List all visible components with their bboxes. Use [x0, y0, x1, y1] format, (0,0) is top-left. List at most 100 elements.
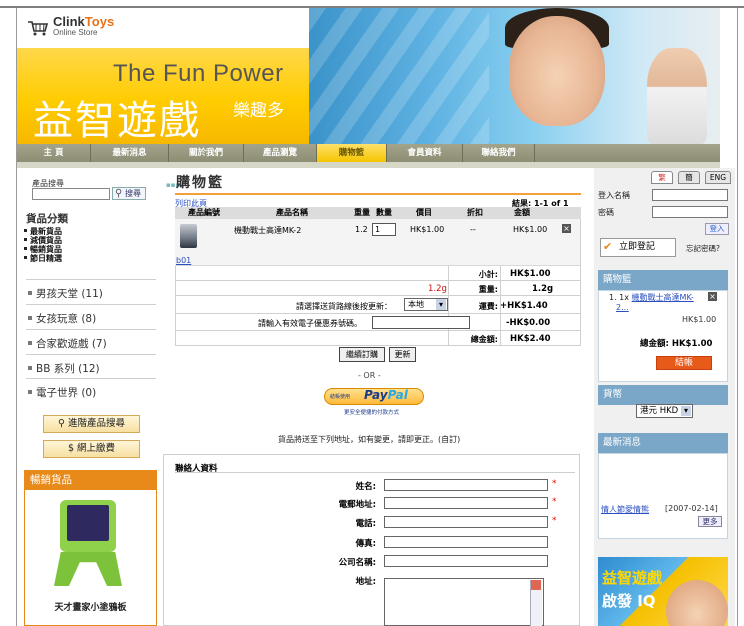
login-name-label: 登入名稱: [598, 191, 630, 200]
category-link[interactable]: 節日精選: [24, 253, 62, 264]
weight-label: 重量:: [478, 285, 498, 294]
product-code-link[interactable]: b01: [176, 256, 191, 265]
second-child: [647, 48, 707, 144]
form-field-input[interactable]: [384, 497, 548, 509]
child-face: [509, 16, 605, 126]
continue-shopping-button[interactable]: 繼續訂購: [339, 347, 385, 362]
banner-rays: [309, 8, 489, 144]
address-textarea[interactable]: [384, 578, 544, 626]
advanced-search-button[interactable]: ⚲ 進階產品搜尋: [43, 415, 140, 433]
grid-line: [580, 219, 581, 346]
category-link[interactable]: 電子世界 (0): [27, 385, 96, 400]
search-icon: ⚲: [58, 418, 68, 429]
required-marker: *: [552, 497, 557, 507]
total-label: 總金額:: [470, 335, 498, 344]
lang-tab-traditional[interactable]: 繁: [651, 171, 673, 184]
title-rule: [175, 193, 581, 195]
form-field-label: 地址:: [355, 577, 376, 587]
or-divider: - OR -: [358, 371, 381, 380]
checkout-button[interactable]: 結帳: [656, 356, 712, 370]
col-qty: 數量: [376, 208, 392, 217]
remove-item-icon[interactable]: ×: [562, 224, 571, 233]
logo-text[interactable]: ClinkToys: [53, 14, 114, 29]
password-input[interactable]: [652, 206, 728, 218]
col-discount: 折扣: [467, 208, 483, 217]
subtotal-value: HK$1.00: [510, 269, 551, 279]
weight-row: [175, 281, 581, 296]
product-name: 機動戰士高達MK-2: [234, 226, 302, 235]
paypal-subtext: 更安全便捷的付款方式: [344, 410, 400, 416]
coupon-prompt: 請輸入有效電子優惠券號碼。: [258, 319, 362, 328]
mini-cart-item-link[interactable]: 機動戰士高達MK-: [632, 293, 694, 302]
product-thumbnail[interactable]: [180, 224, 197, 248]
lang-tab-english[interactable]: ENG: [705, 171, 731, 184]
forgot-password-link[interactable]: 忘記密碼?: [686, 243, 720, 254]
bestseller-caption[interactable]: 天才畫家小塗鴉板: [24, 600, 157, 613]
category-separator: [26, 354, 156, 355]
search-input[interactable]: [32, 188, 110, 200]
grid-line: [175, 266, 176, 346]
toy-screen: [67, 505, 109, 541]
banner-title: 益智遊戲: [33, 98, 201, 144]
col-amount: 金額: [514, 208, 530, 217]
nav-item-1[interactable]: 主 頁: [17, 144, 91, 162]
quantity-input[interactable]: 1: [372, 223, 396, 236]
scroll-up-icon[interactable]: [531, 580, 541, 590]
shipping-select[interactable]: 本地: [404, 298, 448, 311]
form-divider: [175, 472, 575, 473]
page-title: 購物籃: [176, 175, 224, 191]
news-more-button[interactable]: 更多: [698, 516, 722, 527]
product-weight: 1.2: [355, 225, 368, 234]
categories-title: 貨品分類: [26, 213, 68, 225]
delivery-note: 貨品將送至下列地址，如有變更，請即更正。(自訂): [278, 435, 461, 444]
required-marker: *: [552, 479, 557, 489]
nav-item-7[interactable]: 聯絡我們: [463, 144, 535, 162]
cart-table-header: 產品編號 產品名稱 重量 數量 價目 折扣 金額: [175, 207, 581, 219]
form-field-label: 姓名:: [355, 482, 376, 492]
form-field-label: 傳真:: [355, 539, 376, 549]
form-field-label: 公司名稱:: [338, 558, 376, 568]
logo-subtitle: Online Store: [53, 28, 98, 37]
category-link[interactable]: BB 系列 (12): [28, 361, 100, 376]
paypal-logo: PayPal: [364, 388, 408, 402]
col-price: 價目: [416, 208, 432, 217]
form-field-input[interactable]: [384, 479, 548, 491]
form-field-input[interactable]: [384, 555, 548, 567]
nav-item-2[interactable]: 最新消息: [91, 144, 169, 162]
news-header: 最新消息: [598, 433, 728, 453]
shopping-cart-logo-icon: [28, 21, 49, 36]
lang-tab-simplified[interactable]: 簡: [678, 171, 700, 184]
bestsellers-header: 暢銷貨品: [24, 470, 157, 490]
remove-item-icon[interactable]: ×: [708, 292, 717, 301]
product-discount: --: [470, 225, 476, 234]
login-button[interactable]: 登入: [705, 223, 729, 235]
nav-item-6[interactable]: 會員資料: [387, 144, 463, 162]
category-separator: [26, 378, 156, 379]
weight-value: 1.2g: [532, 284, 554, 294]
nav-item-3[interactable]: 關於我們: [169, 144, 244, 162]
form-field-input[interactable]: [384, 516, 548, 528]
form-field-input[interactable]: [384, 536, 548, 548]
nav-item-5[interactable]: 購物籃: [317, 144, 387, 162]
currency-select[interactable]: 港元 HKD: [636, 404, 693, 418]
shipping-prompt: 請選擇送貨路線後按更新：: [296, 302, 392, 311]
search-button[interactable]: 搜尋: [112, 187, 146, 200]
banner-photo: [309, 8, 720, 144]
form-field-label: 電話:: [355, 519, 376, 529]
nav-item-4[interactable]: 產品瀏覽: [244, 144, 317, 162]
category-separator: [26, 304, 156, 305]
category-link[interactable]: 女孩玩意 (8): [27, 311, 96, 326]
promo-line-1: 益智遊戲: [602, 569, 663, 587]
category-link[interactable]: 男孩天堂 (11): [28, 286, 103, 301]
col-weight: 重量: [354, 208, 370, 217]
coupon-input[interactable]: [372, 316, 470, 329]
online-payment-button[interactable]: $ 網上繳費: [43, 440, 140, 458]
currency-header: 貨幣: [598, 385, 728, 405]
news-item-link[interactable]: 情人節愛情熊: [601, 504, 649, 515]
shipping-label: 運費:: [478, 302, 498, 311]
login-name-input[interactable]: [652, 189, 728, 201]
category-link[interactable]: 合家歡遊戲 (7): [28, 336, 107, 351]
mini-cart-item-link-cont[interactable]: 2...: [616, 303, 629, 312]
tagline: The Fun Power: [113, 60, 284, 87]
update-button[interactable]: 更新: [389, 347, 416, 362]
